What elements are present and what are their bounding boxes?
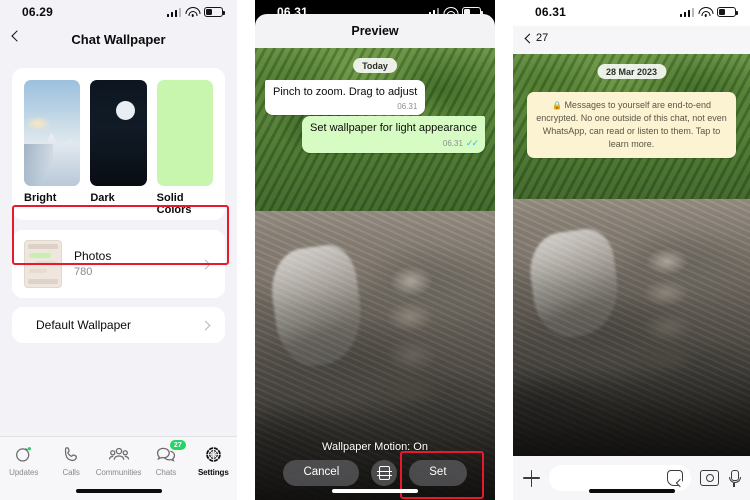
nav-bar: 27 (513, 26, 750, 54)
encryption-notice[interactable]: 🔒 Messages to yourself are end-to-end en… (527, 92, 736, 159)
communities-icon (95, 444, 142, 465)
home-indicator (332, 489, 418, 493)
wallpaper-option-label: Dark (90, 192, 115, 204)
signal-icon (679, 7, 694, 17)
chevron-right-icon (200, 320, 211, 331)
plus-icon[interactable] (523, 469, 540, 487)
date-divider: 28 Mar 2023 (596, 64, 667, 79)
home-indicator (75, 489, 162, 493)
wallpaper-motion-label: Wallpaper Motion: On (322, 441, 428, 453)
motion-icon (376, 466, 392, 480)
status-time: 06.29 (22, 5, 54, 19)
tab-label: Chats (155, 468, 177, 477)
read-receipt-icon: ✓✓ (465, 137, 479, 148)
gear-icon (190, 444, 237, 465)
encryption-notice-text: Messages to yourself are end-to-end encr… (536, 100, 727, 150)
list-item-text: Default Wallpaper (36, 317, 202, 333)
chevron-right-icon (200, 259, 211, 269)
message-time: 06.31 (397, 101, 418, 111)
battery-icon (204, 7, 226, 17)
list-item-title: Default Wallpaper (36, 318, 131, 332)
wallpaper-thumbnail-row: Bright Dark Solid Colors (12, 68, 225, 220)
solid-colors-thumbnail (156, 80, 213, 186)
message-meta: 06.31 (273, 102, 417, 111)
message-text: Set wallpaper for light appearance (310, 122, 477, 134)
status-time: 06.31 (535, 5, 567, 19)
preview-sheet: Preview Today Pinch to zoom. Drag to adj… (255, 14, 495, 500)
tab-communities[interactable]: Communities (95, 444, 142, 477)
wallpaper-option-solid-colors[interactable]: Solid Colors (156, 80, 213, 216)
message-meta: 06.31 ✓✓ (310, 137, 479, 149)
wallpaper-options-card: Bright Dark Solid Colors (12, 68, 225, 220)
page-title: Chat Wallpaper (71, 32, 166, 47)
chevron-left-icon (523, 34, 532, 43)
tab-label: Communities (95, 468, 142, 477)
photos-row-card: Photos 780 (12, 230, 225, 298)
list-item-default-wallpaper[interactable]: Default Wallpaper (12, 307, 225, 344)
cancel-button[interactable]: Cancel (283, 460, 360, 486)
list-item-subtitle: 780 (74, 265, 93, 278)
tab-label: Calls (62, 468, 80, 477)
tab-label: Settings (197, 468, 229, 477)
panel-chat-wallpaper-settings: 06.29 Chat Wallpaper Bright Dark Solid C… (0, 0, 237, 500)
wallpaper-preview-area[interactable]: Today Pinch to zoom. Drag to adjust 06.3… (255, 48, 495, 500)
camera-icon[interactable] (700, 470, 719, 486)
chat-area: 28 Mar 2023 🔒 Messages to yourself are e… (513, 54, 750, 456)
wallpaper-option-bright[interactable]: Bright (24, 80, 81, 216)
battery-icon (717, 7, 739, 17)
lock-icon: 🔒 (551, 101, 562, 110)
status-bar: 06.31 (513, 0, 750, 26)
panel-wallpaper-preview: 06.31 Preview Today Pinch to zoom. Drag … (255, 0, 495, 500)
wallpaper-option-label: Bright (24, 192, 57, 204)
message-bubble-outgoing: Set wallpaper for light appearance 06.31… (302, 116, 485, 153)
status-icons (679, 6, 739, 17)
dark-thumbnail (90, 80, 147, 186)
wallpaper-option-dark[interactable]: Dark (90, 80, 147, 216)
motion-toggle-button[interactable] (371, 460, 398, 486)
nav-bar: Chat Wallpaper (0, 26, 237, 58)
list-item-text: Photos 780 (74, 248, 202, 279)
back-button[interactable]: 27 (523, 32, 548, 44)
default-wallpaper-card: Default Wallpaper (12, 307, 225, 344)
photos-preview-thumbnail (24, 240, 62, 288)
tab-calls[interactable]: Calls (47, 444, 94, 477)
tab-updates[interactable]: Updates (0, 444, 47, 477)
message-bubble-incoming: Pinch to zoom. Drag to adjust 06.31 (265, 80, 426, 115)
list-item-title: Photos (74, 249, 112, 264)
tab-settings[interactable]: Settings (190, 444, 237, 477)
status-icons (166, 6, 226, 17)
set-button-wrapper: Set (400, 451, 485, 500)
phone-icon (47, 444, 94, 465)
mic-icon[interactable] (728, 469, 741, 487)
moon-icon (116, 101, 136, 121)
updates-icon (0, 444, 47, 465)
signal-icon (166, 7, 181, 17)
screenshot-stage: 06.29 Chat Wallpaper Bright Dark Solid C… (0, 0, 750, 500)
status-badge: 27 (169, 440, 186, 450)
wallpaper-option-label: Solid Colors (156, 192, 192, 216)
message-time: 06.31 (442, 138, 463, 148)
message-text: Pinch to zoom. Drag to adjust (273, 86, 418, 98)
sticker-icon[interactable] (667, 470, 683, 486)
preview-controls: Cancel Set (255, 451, 495, 500)
tab-label: Updates (9, 468, 39, 477)
tab-chats[interactable]: 27 Chats (142, 440, 189, 477)
message-input-bar (513, 456, 750, 500)
list-item-photos[interactable]: Photos 780 (12, 230, 225, 298)
sheet-title: Preview (351, 24, 399, 38)
panel-chat-with-wallpaper: 06.31 27 28 Mar 2023 🔒 Messages to yours… (513, 0, 750, 500)
unread-count: 27 (536, 32, 549, 44)
status-bar: 06.29 (0, 0, 237, 26)
set-button[interactable]: Set (409, 460, 467, 486)
wifi-icon (698, 6, 713, 17)
bright-thumbnail (24, 80, 81, 186)
message-input-field[interactable] (549, 465, 691, 491)
date-divider: Today (353, 58, 397, 73)
home-indicator (588, 489, 675, 493)
wifi-icon (185, 6, 200, 17)
